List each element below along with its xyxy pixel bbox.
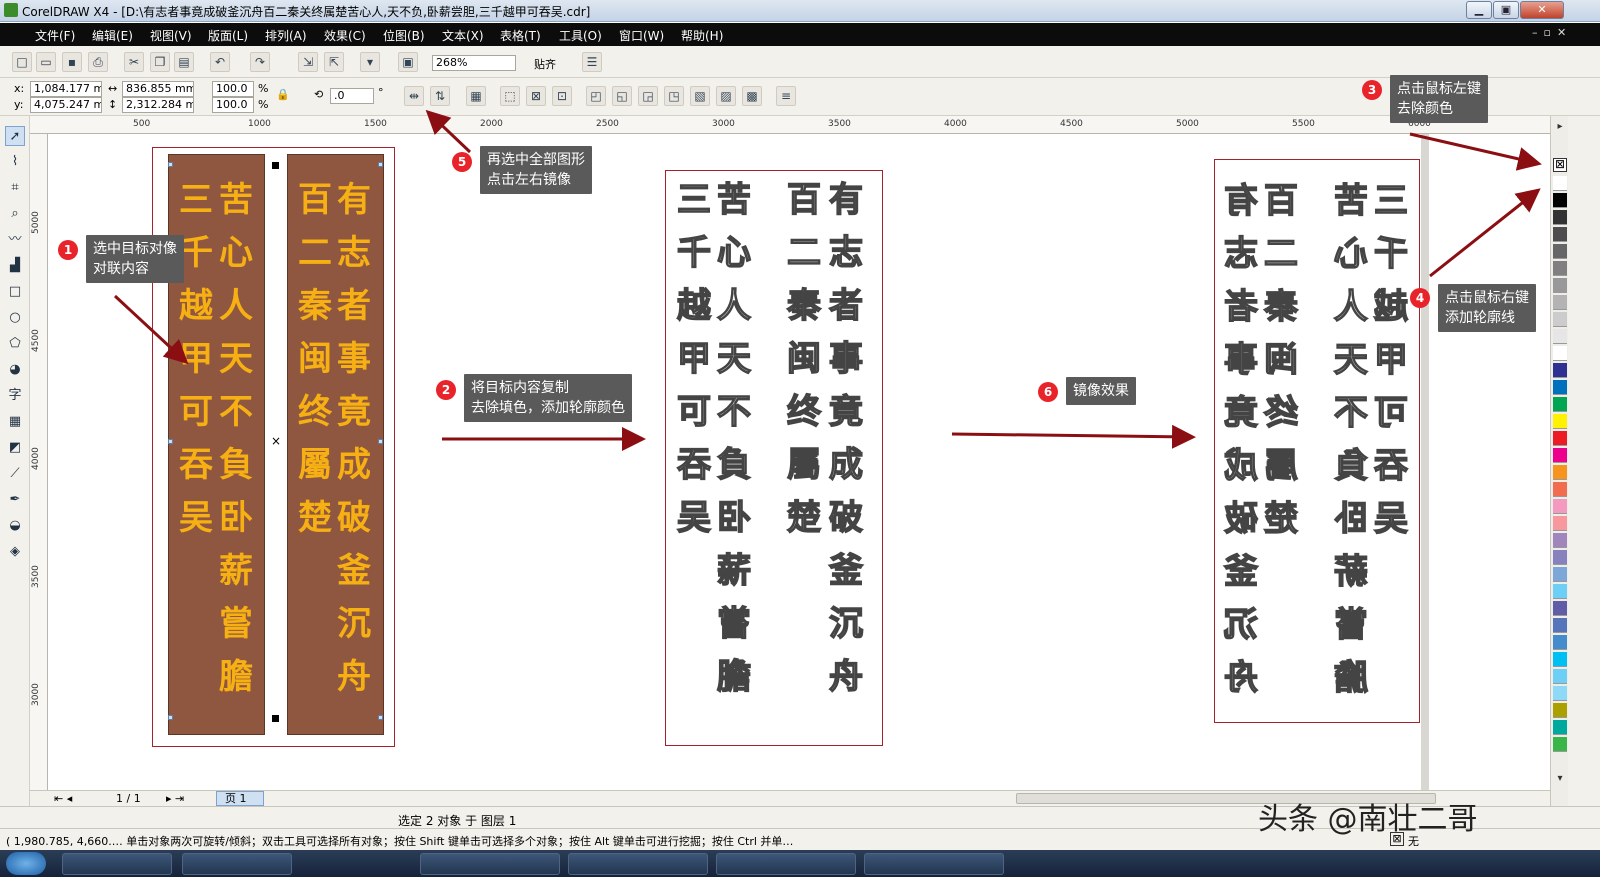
- color-swatch[interactable]: [1553, 278, 1567, 293]
- arrow-4: [1430, 192, 1536, 276]
- color-palette: ▸ ⊠ ▾: [1550, 116, 1568, 806]
- taskbar-item[interactable]: [716, 853, 856, 875]
- step-badge: 1: [58, 240, 78, 260]
- cursor-hint-status: ( 1,980.785, 4,660.… 单击对象两次可旋转/倾斜；双击工具可选…: [6, 833, 793, 849]
- color-swatch[interactable]: [1553, 584, 1567, 599]
- color-swatch[interactable]: [1553, 431, 1567, 446]
- annotation-note: 点击鼠标右键 添加轮廓线: [1438, 284, 1536, 332]
- color-swatch[interactable]: [1553, 346, 1567, 361]
- annotation-arrows: [0, 0, 1600, 877]
- color-swatch[interactable]: [1553, 397, 1567, 412]
- color-swatch[interactable]: [1553, 210, 1567, 225]
- color-swatch[interactable]: [1553, 567, 1567, 582]
- step-badge: 5: [452, 152, 472, 172]
- color-swatch[interactable]: [1553, 193, 1567, 208]
- palette-scroll-up-icon[interactable]: ▸: [1553, 120, 1567, 134]
- color-swatch[interactable]: [1553, 329, 1567, 344]
- annotation-note: 将目标内容复制 去除填色，添加轮廓颜色: [464, 374, 632, 422]
- color-swatch[interactable]: [1553, 363, 1567, 378]
- step-badge: 6: [1038, 382, 1058, 402]
- annotation-note: 选中目标对像 对联内容: [86, 235, 184, 283]
- color-swatch[interactable]: [1553, 244, 1567, 259]
- color-swatch[interactable]: [1553, 227, 1567, 242]
- taskbar-item[interactable]: [568, 853, 708, 875]
- color-swatch[interactable]: [1553, 312, 1567, 327]
- taskbar-item[interactable]: [62, 853, 172, 875]
- taskbar-item[interactable]: [182, 853, 292, 875]
- page-counter: 1 / 1: [116, 792, 141, 805]
- color-swatch[interactable]: [1553, 550, 1567, 565]
- color-swatch[interactable]: [1553, 669, 1567, 684]
- taskbar-item[interactable]: [420, 853, 560, 875]
- arrow-5: [430, 114, 470, 152]
- color-swatch[interactable]: [1553, 499, 1567, 514]
- taskbar-item[interactable]: [864, 853, 1004, 875]
- color-swatch[interactable]: [1553, 448, 1567, 463]
- color-swatch[interactable]: [1553, 176, 1567, 191]
- next-page-icon[interactable]: ▸ ⇥: [166, 792, 184, 805]
- color-swatch[interactable]: [1553, 686, 1567, 701]
- color-swatch[interactable]: [1553, 533, 1567, 548]
- color-swatch[interactable]: [1553, 652, 1567, 667]
- color-swatch[interactable]: [1553, 380, 1567, 395]
- color-swatch[interactable]: [1553, 720, 1567, 735]
- arrow-1: [115, 296, 184, 360]
- color-swatch[interactable]: [1553, 414, 1567, 429]
- color-swatch[interactable]: [1553, 465, 1567, 480]
- color-swatch[interactable]: [1553, 295, 1567, 310]
- color-swatch[interactable]: [1553, 261, 1567, 276]
- color-swatch[interactable]: [1553, 516, 1567, 531]
- watermark: 头条 @南壮二哥: [1258, 794, 1478, 838]
- color-swatch[interactable]: [1553, 482, 1567, 497]
- arrow-6: [952, 434, 1190, 437]
- selection-status: 选定 2 对象 于 图层 1: [398, 812, 516, 829]
- annotation-note: 再选中全部图形 点击左右镜像: [480, 146, 592, 194]
- color-swatch[interactable]: [1553, 618, 1567, 633]
- page-tab[interactable]: 页 1: [216, 791, 264, 806]
- no-color-swatch[interactable]: ⊠: [1553, 158, 1567, 172]
- start-button[interactable]: [6, 852, 46, 875]
- step-badge: 3: [1362, 80, 1382, 100]
- color-swatch[interactable]: [1553, 635, 1567, 650]
- docker-strip: [1568, 116, 1600, 806]
- color-swatch[interactable]: [1553, 703, 1567, 718]
- step-badge: 4: [1410, 288, 1430, 308]
- palette-scroll-down-icon[interactable]: ▾: [1553, 773, 1567, 787]
- color-swatch[interactable]: [1553, 737, 1567, 752]
- arrow-3: [1410, 134, 1536, 163]
- taskbar: [0, 850, 1600, 877]
- color-swatch[interactable]: [1553, 601, 1567, 616]
- annotation-note: 镜像效果: [1066, 377, 1136, 405]
- annotation-note: 点击鼠标左键 去除颜色: [1390, 75, 1488, 123]
- step-badge: 2: [436, 380, 456, 400]
- first-page-icon[interactable]: ⇤ ◂: [54, 792, 72, 805]
